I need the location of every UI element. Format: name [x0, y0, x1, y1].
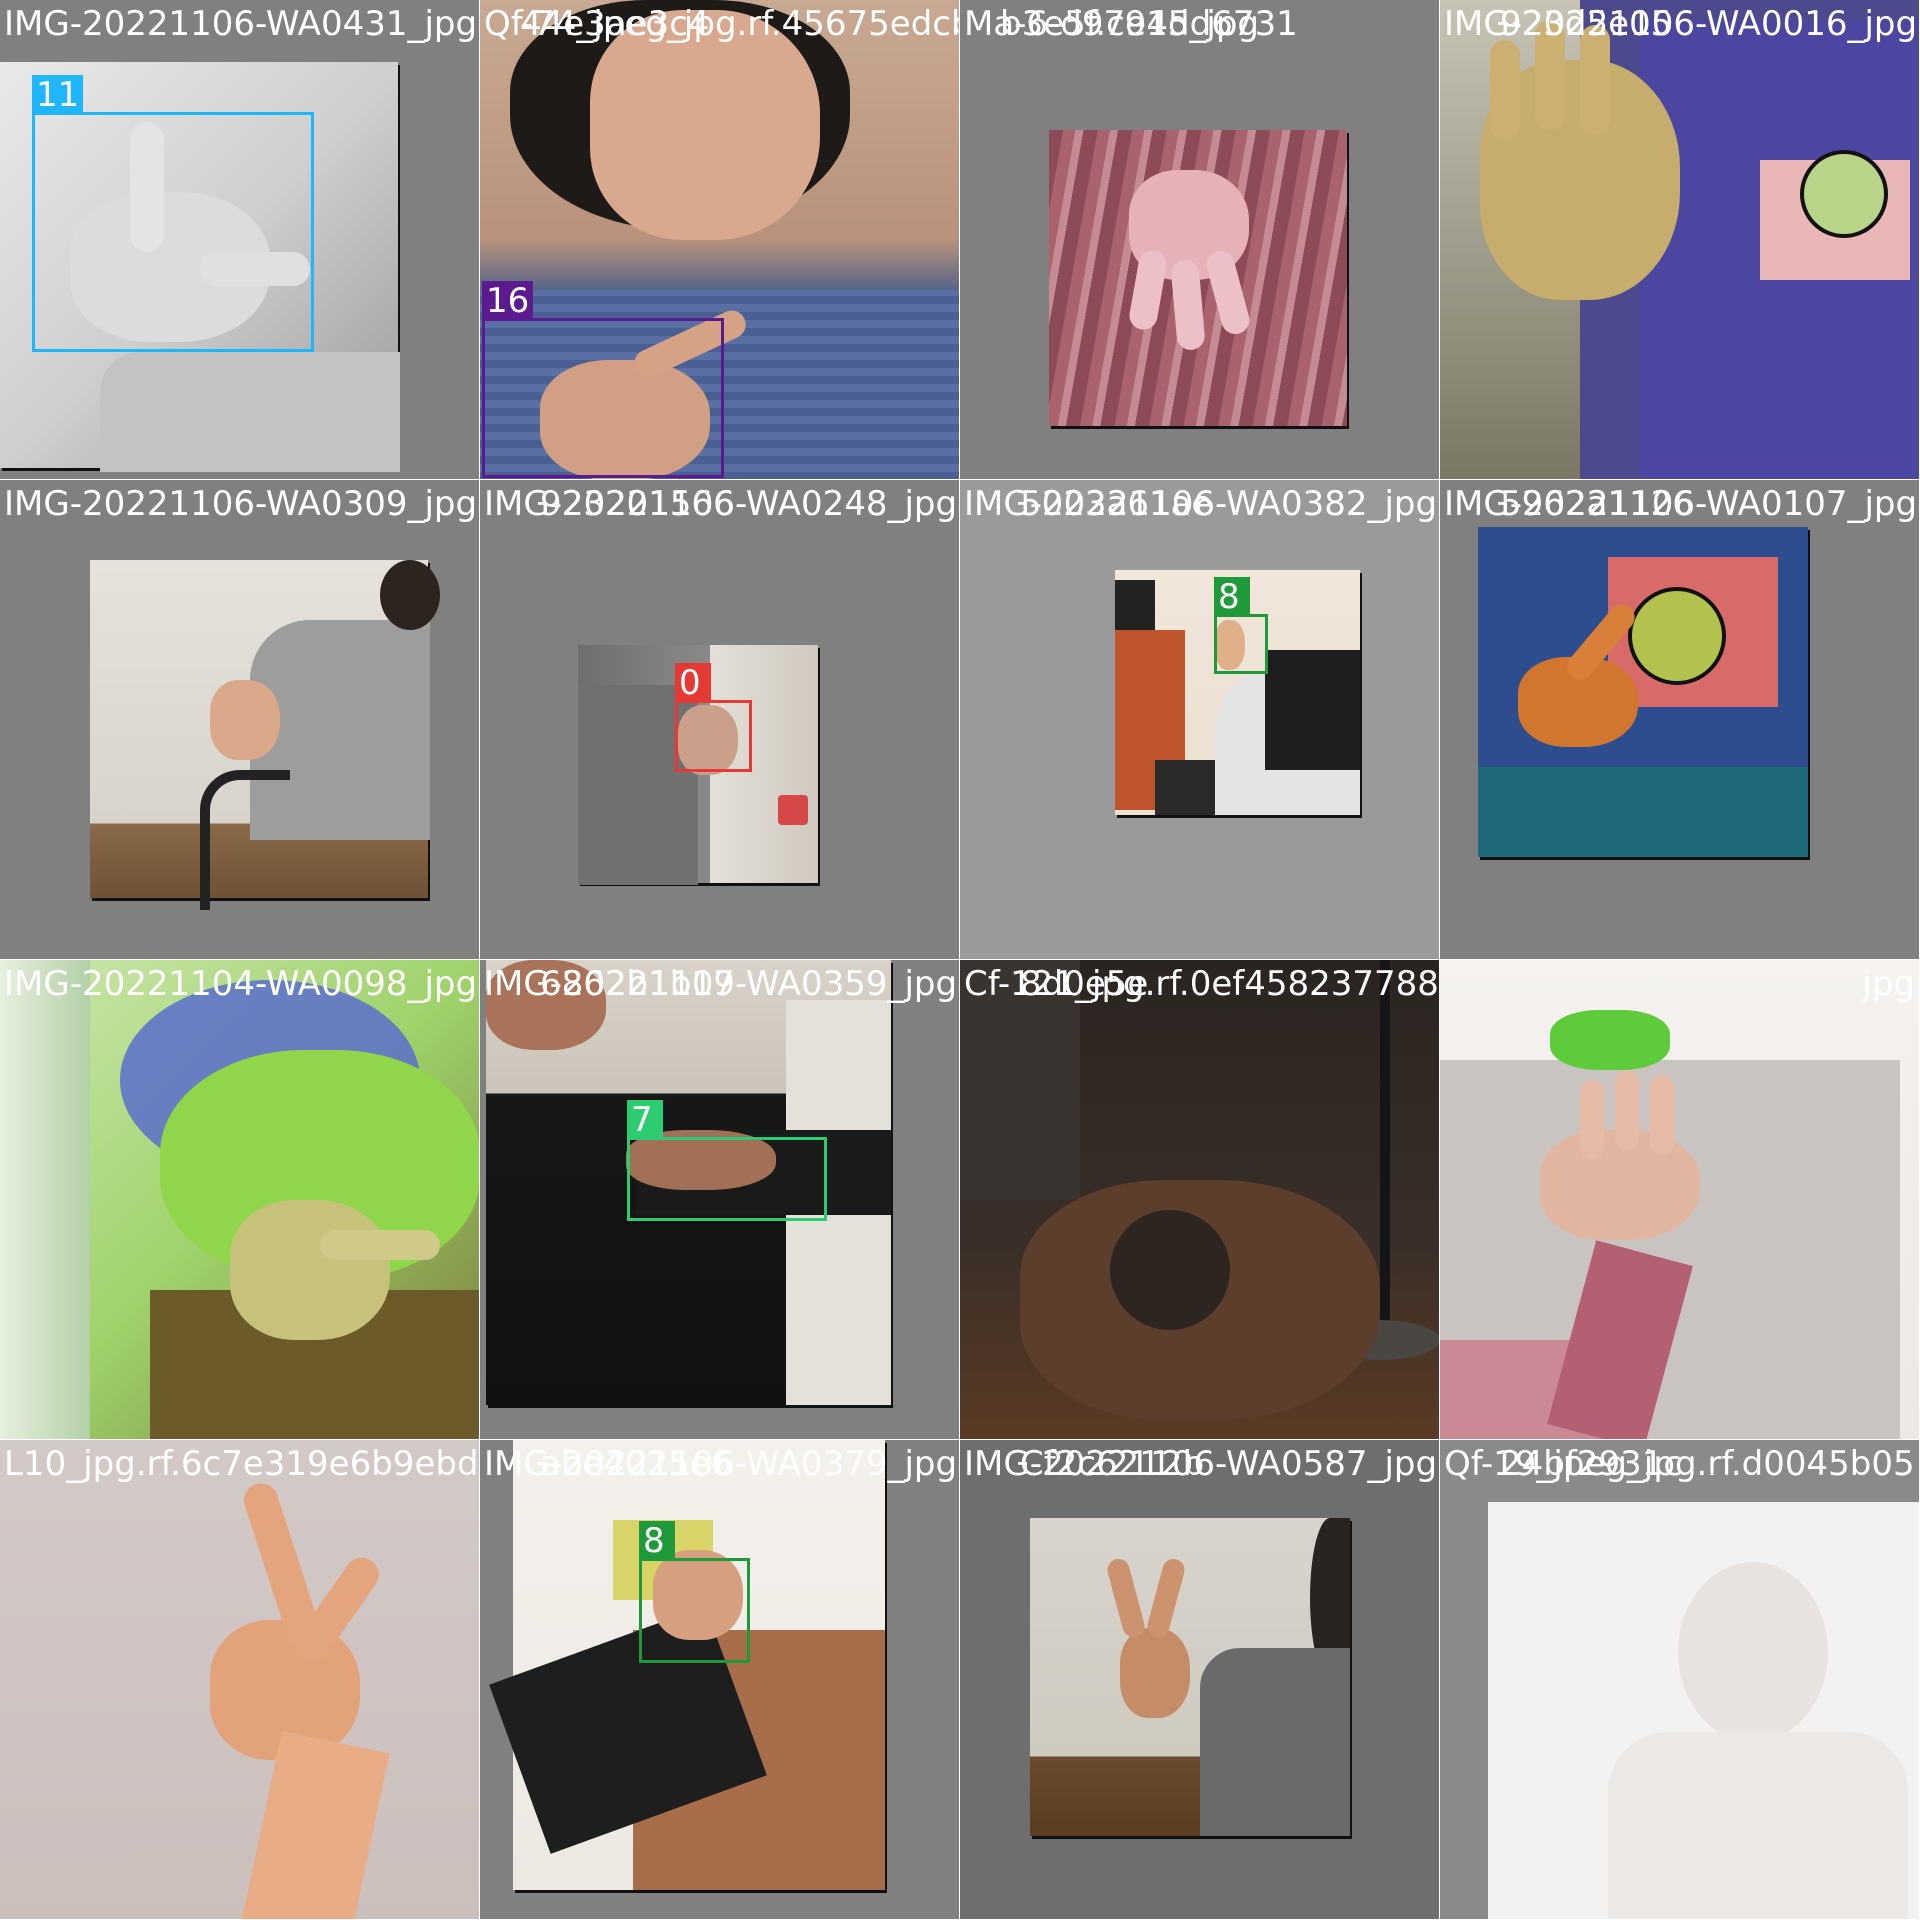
bounding-box: 0 [675, 663, 752, 772]
tile-10: 8d0e5e Cf-121_jpg.rf.0ef4582377883 [960, 960, 1440, 1440]
filename-label: jpg [1862, 964, 1915, 1004]
filename-label: IMG-20221106-WA0431_jpg [4, 4, 478, 44]
tile-12: L10_jpg.rf.6c7e319e6b9ebd4 [0, 1440, 480, 1920]
filename-label: IMG-20221109-WA0359_jpg [484, 964, 958, 1004]
class-label: 11 [32, 75, 84, 115]
filename-label: Ma-6-d97e15_jpg [964, 4, 1259, 44]
photo-dresser-sign [489, 1440, 885, 1890]
filename-label: IMG-20221106-WA0309_jpg [4, 484, 478, 524]
tile-5: 923201566 IMG-20221106-WA0248_jpg 0 [480, 480, 960, 960]
tile-1: 44e3ae3c4 Qf-74_jpeg_jpg.rf.45675edcb 16 [480, 0, 960, 480]
filename-label: IMG-20221106-WA0248_jpg [484, 484, 958, 524]
mosaic-grid: IMG-20221106-WA0431_jpg 11 44e3ae3c4 Qf-… [0, 0, 1920, 1920]
hand [230, 1200, 390, 1340]
photo-washed-out [1488, 1502, 1919, 1919]
photo-floor-hand [1049, 130, 1347, 426]
filename-label: IMG-20221106-WA0379_jpg [484, 1444, 958, 1484]
tile-9: 6862b1b17 IMG-20221109-WA0359_jpg 7 [480, 960, 960, 1440]
tile-8: IMG-20221104-WA0098_jpg [0, 960, 480, 1440]
filename-label: IMG-20221104-WA0098_jpg [4, 964, 478, 1004]
filename-label: Qf-74_jpeg_jpg.rf.45675edcb [484, 4, 960, 44]
photo-tshirt-sign [1478, 527, 1808, 857]
filename-label: IMG-20221106-WA0107_jpg [1444, 484, 1918, 524]
photo-v-sign [1030, 1518, 1350, 1836]
class-label: 0 [675, 663, 711, 703]
class-label: 7 [627, 1100, 663, 1140]
tile-11: jpg [1440, 960, 1920, 1440]
tile-6: 5023a61ae IMG-20221106-WA0382_jpg 8 [960, 480, 1440, 960]
tile-4: IMG-20221106-WA0309_jpg [0, 480, 480, 960]
class-label: 16 [482, 281, 534, 321]
filename-label: IMG-20221106-WA0587_jpg [964, 1444, 1438, 1484]
tile-15: 24bf2931c Qf-19_jpeg_jpg.rf.d0045b05 [1440, 1440, 1920, 1920]
class-label: 8 [639, 1521, 675, 1561]
tile-14: Cf2c6212b IMG-20221106-WA0587_jpg [960, 1440, 1440, 1920]
class-label: 8 [1214, 577, 1250, 617]
tile-2: b3e5f.c94dd6731 Ma-6-d97e15_jpg [960, 0, 1440, 480]
tile-13: abe4025e6 IMG-20221106-WA0379_jpg 8 [480, 1440, 960, 1920]
bounding-box: 11 [32, 75, 314, 352]
photo-person-chair [90, 560, 440, 910]
tile-3: 923d5e05 IMG-20221106-WA0016_jpg [1440, 0, 1920, 480]
bounding-box: 8 [639, 1521, 750, 1663]
face [590, 10, 820, 240]
tile-0: IMG-20221106-WA0431_jpg 11 [0, 0, 480, 480]
filename-label: IMG-20221106-WA0382_jpg [964, 484, 1438, 524]
tile-7: 5962a1126 IMG-20221106-WA0107_jpg [1440, 480, 1920, 960]
filename-label: IMG-20221106-WA0016_jpg [1444, 4, 1918, 44]
bounding-box: 16 [482, 281, 724, 478]
filename-label: Qf-19_jpeg_jpg.rf.d0045b05 [1444, 1444, 1915, 1484]
filename-label: Cf-121_jpg.rf.0ef4582377883 [964, 964, 1440, 1004]
filename-label: L10_jpg.rf.6c7e319e6b9ebd4 [4, 1444, 480, 1484]
bounding-box: 8 [1214, 577, 1268, 674]
bounding-box: 7 [627, 1100, 827, 1221]
